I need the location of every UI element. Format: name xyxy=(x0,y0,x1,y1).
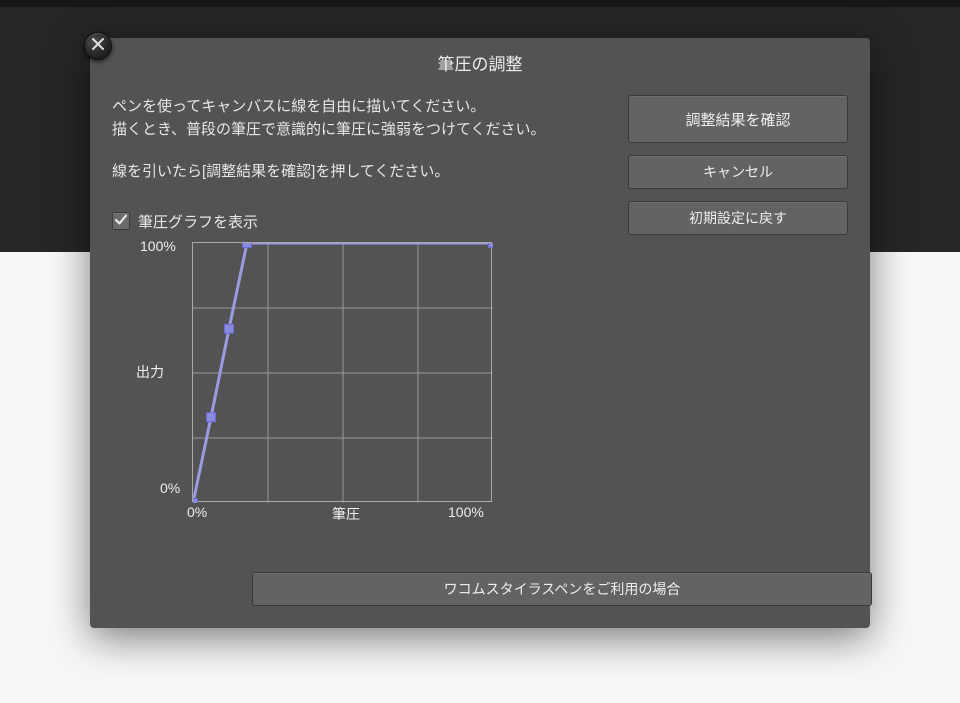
instruction-line-1: ペンを使ってキャンバスに線を自由に描いてください。 xyxy=(112,95,606,118)
y-axis-min: 0% xyxy=(160,480,180,496)
close-button[interactable] xyxy=(84,32,112,60)
x-axis-max: 100% xyxy=(448,504,484,520)
curve-handle[interactable] xyxy=(243,243,252,248)
graph-svg xyxy=(193,243,493,503)
graph-plot-area[interactable] xyxy=(192,242,492,502)
checkbox-box xyxy=(112,212,130,230)
wacom-stylus-button[interactable]: ワコムスタイラスペンをご利用の場合 xyxy=(252,572,872,606)
curve-handle[interactable] xyxy=(207,412,216,421)
show-graph-checkbox[interactable]: 筆圧グラフを表示 xyxy=(112,211,606,232)
x-axis-label: 筆圧 xyxy=(332,504,360,524)
checkbox-label: 筆圧グラフを表示 xyxy=(138,211,258,232)
confirm-button[interactable]: 調整結果を確認 xyxy=(628,95,848,143)
check-icon xyxy=(115,213,127,230)
curve-handle[interactable] xyxy=(193,498,198,503)
close-icon xyxy=(92,37,104,55)
y-axis-label: 出力 xyxy=(136,362,164,382)
app-backdrop-top xyxy=(0,0,960,7)
curve-handle[interactable] xyxy=(489,243,494,248)
y-axis-max: 100% xyxy=(140,238,176,254)
dialog-title: 筆圧の調整 xyxy=(90,38,870,85)
right-panel: 調整結果を確認 キャンセル 初期設定に戻す xyxy=(628,95,848,238)
cancel-button[interactable]: キャンセル xyxy=(628,155,848,189)
x-axis-min: 0% xyxy=(187,504,207,520)
pen-pressure-dialog: 筆圧の調整 ペンを使ってキャンバスに線を自由に描いてください。 描くとき、普段の… xyxy=(90,38,870,628)
left-panel: ペンを使ってキャンバスに線を自由に描いてください。 描くとき、普段の筆圧で意識的… xyxy=(112,95,606,238)
instruction-line-2: 描くとき、普段の筆圧で意識的に筆圧に強弱をつけてください。 xyxy=(112,118,606,141)
curve-handle[interactable] xyxy=(225,324,234,333)
reset-button[interactable]: 初期設定に戻す xyxy=(628,201,848,235)
instruction-line-3: 線を引いたら[調整結果を確認]を押してください。 xyxy=(112,160,606,183)
